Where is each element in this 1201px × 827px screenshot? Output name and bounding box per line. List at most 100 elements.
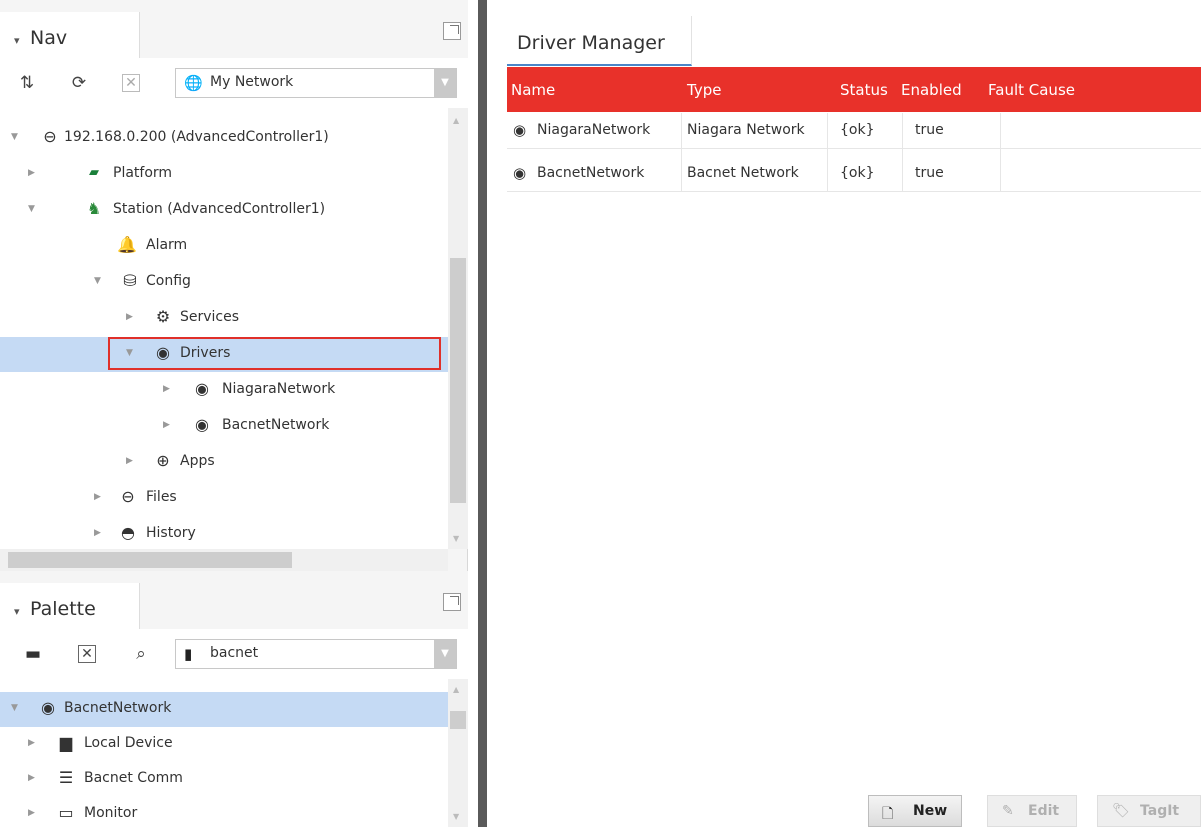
tree-item-config[interactable]: ▼ ⛁ Config [0, 265, 448, 300]
collapsed-icon[interactable]: ▶ [94, 528, 101, 538]
jar-icon: ▮ [184, 645, 193, 663]
close-icon[interactable]: ✕ [122, 74, 140, 92]
collapsed-icon[interactable]: ▶ [28, 168, 35, 178]
tree-item-label: BacnetNetwork [222, 417, 330, 433]
tree-item-platform[interactable]: ▶ ▰ Platform [0, 157, 448, 192]
collapsed-icon[interactable]: ▶ [28, 738, 35, 748]
collapsed-icon[interactable]: ▶ [126, 312, 133, 322]
services-icon: ⚙ [155, 307, 171, 326]
module-selector[interactable]: ▮ bacnet ▼ [175, 639, 457, 669]
palette-toolbar: ▬ ✕ ⌕ ▮ bacnet ▼ [0, 629, 468, 679]
files-icon: ⊖ [121, 487, 135, 506]
tree-item-label: Monitor [84, 805, 138, 821]
table-row[interactable]: ◉ BacnetNetwork Bacnet Network {ok} true [507, 156, 1201, 192]
palette-tab[interactable]: ▾ Palette [0, 583, 140, 629]
nav-tree: ▼ ⊖ 192.168.0.200 (AdvancedController1) … [0, 108, 448, 549]
tree-item-drivers[interactable]: ▼ ◉ Drivers [0, 337, 448, 372]
column-header-type[interactable]: Type [687, 81, 721, 99]
palette-item-bacnet-comm[interactable]: ▶ ☰ Bacnet Comm [0, 762, 448, 797]
scroll-up-icon[interactable]: ▲ [453, 685, 459, 694]
refresh-icon[interactable]: ⟳ [68, 72, 90, 94]
monitor-icon: ▭ [58, 803, 74, 822]
scroll-down-icon[interactable]: ▼ [453, 534, 459, 543]
nav-toolbar: ⇅ ⟳ ✕ 🌐 My Network ▼ [0, 58, 468, 108]
tagit-button[interactable]: 🏷 TagIt [1097, 795, 1201, 827]
cell-status: {ok} [840, 122, 875, 138]
column-header-fault-cause[interactable]: Fault Cause [988, 81, 1075, 99]
close-icon[interactable]: ✕ [78, 645, 96, 663]
edit-button[interactable]: ✎ Edit [987, 795, 1077, 827]
expanded-icon[interactable]: ▼ [11, 132, 18, 142]
palette-item-monitor[interactable]: ▶ ▭ Monitor [0, 797, 448, 827]
nav-vertical-scrollbar[interactable]: ▲ ▼ [448, 108, 468, 549]
globe-icon: 🌐 [184, 74, 203, 92]
collapsed-icon[interactable]: ▶ [126, 456, 133, 466]
device-icon: ▆ [59, 733, 73, 752]
column-header-status[interactable]: Status [840, 81, 888, 99]
tab-driver-manager[interactable]: Driver Manager [507, 16, 692, 66]
expanded-icon[interactable]: ▼ [11, 703, 18, 713]
cell-type: Niagara Network [687, 122, 805, 138]
scroll-down-icon[interactable]: ▼ [453, 812, 459, 821]
maximize-icon[interactable] [443, 22, 461, 40]
tree-item-station[interactable]: ▼ ♞ Station (AdvancedController1) [0, 193, 448, 228]
collapse-arrow-icon[interactable]: ▾ [14, 34, 20, 47]
driver-icon: ◉ [156, 343, 170, 362]
column-header-enabled[interactable]: Enabled [901, 81, 962, 99]
new-button[interactable]: 🗋 New [868, 795, 962, 827]
network-host-icon: ⊖ [43, 127, 57, 146]
collapsed-icon[interactable]: ▶ [163, 420, 170, 430]
expanded-icon[interactable]: ▼ [28, 204, 35, 214]
search-module-icon[interactable]: ⌕ [130, 643, 152, 665]
column-divider [902, 113, 903, 192]
scrollbar-thumb[interactable] [450, 258, 466, 503]
driver-icon: ◉ [195, 415, 209, 434]
chevron-down-icon[interactable]: ▼ [434, 69, 456, 97]
tree-item-label: BacnetNetwork [64, 700, 172, 716]
tree-item-label: History [146, 525, 196, 541]
edit-button-label: Edit [1028, 803, 1060, 819]
scrollbar-thumb[interactable] [8, 552, 292, 568]
tree-item-bacnetnetwork[interactable]: ▶ ◉ BacnetNetwork [0, 409, 448, 444]
folder-icon[interactable]: ▬ [22, 643, 44, 665]
palette-item-bacnetnetwork[interactable]: ▼ ◉ BacnetNetwork [0, 692, 448, 727]
palette-item-local-device[interactable]: ▶ ▆ Local Device [0, 727, 448, 762]
chevron-down-icon[interactable]: ▼ [434, 640, 456, 668]
tree-item-niagaranetwork[interactable]: ▶ ◉ NiagaraNetwork [0, 373, 448, 408]
table-row[interactable]: ◉ NiagaraNetwork Niagara Network {ok} tr… [507, 113, 1201, 149]
collapsed-icon[interactable]: ▶ [163, 384, 170, 394]
column-header-name[interactable]: Name [511, 81, 555, 99]
nav-horizontal-scrollbar[interactable] [0, 549, 448, 571]
tree-item-alarm[interactable]: 🔔 Alarm [0, 229, 448, 264]
maximize-icon[interactable] [443, 593, 461, 611]
scrollbar-thumb[interactable] [450, 711, 466, 729]
palette-vertical-scrollbar[interactable]: ▲ ▼ [448, 679, 468, 827]
tree-item-apps[interactable]: ▶ ⊕ Apps [0, 445, 448, 480]
tree-item-history[interactable]: ▶ ◓ History [0, 517, 448, 549]
new-document-icon: 🗋 [882, 806, 894, 822]
nav-tab[interactable]: ▾ Nav [0, 12, 140, 58]
tree-item-files[interactable]: ▶ ⊖ Files [0, 481, 448, 516]
expanded-icon[interactable]: ▼ [94, 276, 101, 286]
palette-panel-header: ▾ Palette [0, 571, 468, 629]
split-pane-divider[interactable] [478, 0, 487, 827]
tree-item-host[interactable]: ▼ ⊖ 192.168.0.200 (AdvancedController1) [0, 121, 448, 156]
collapsed-icon[interactable]: ▶ [28, 773, 35, 783]
tree-item-label: Station (AdvancedController1) [113, 201, 326, 217]
cell-name: BacnetNetwork [537, 165, 645, 181]
column-divider [827, 113, 828, 192]
platform-icon: ▰ [89, 165, 99, 180]
palette-tree: ▼ ◉ BacnetNetwork ▶ ▆ Local Device ▶ ☰ B… [0, 679, 448, 827]
tab-label: Driver Manager [517, 32, 665, 54]
collapsed-icon[interactable]: ▶ [28, 808, 35, 818]
tree-item-services[interactable]: ▶ ⚙ Services [0, 301, 448, 336]
collapse-arrow-icon[interactable]: ▾ [14, 605, 20, 618]
scroll-up-icon[interactable]: ▲ [453, 116, 459, 125]
comm-icon: ☰ [58, 768, 74, 787]
sync-arrows-icon[interactable]: ⇅ [16, 72, 38, 94]
pencil-icon: ✎ [1002, 803, 1014, 819]
expanded-icon[interactable]: ▼ [126, 348, 133, 358]
network-selector[interactable]: 🌐 My Network ▼ [175, 68, 457, 98]
cell-type: Bacnet Network [687, 165, 799, 181]
collapsed-icon[interactable]: ▶ [94, 492, 101, 502]
